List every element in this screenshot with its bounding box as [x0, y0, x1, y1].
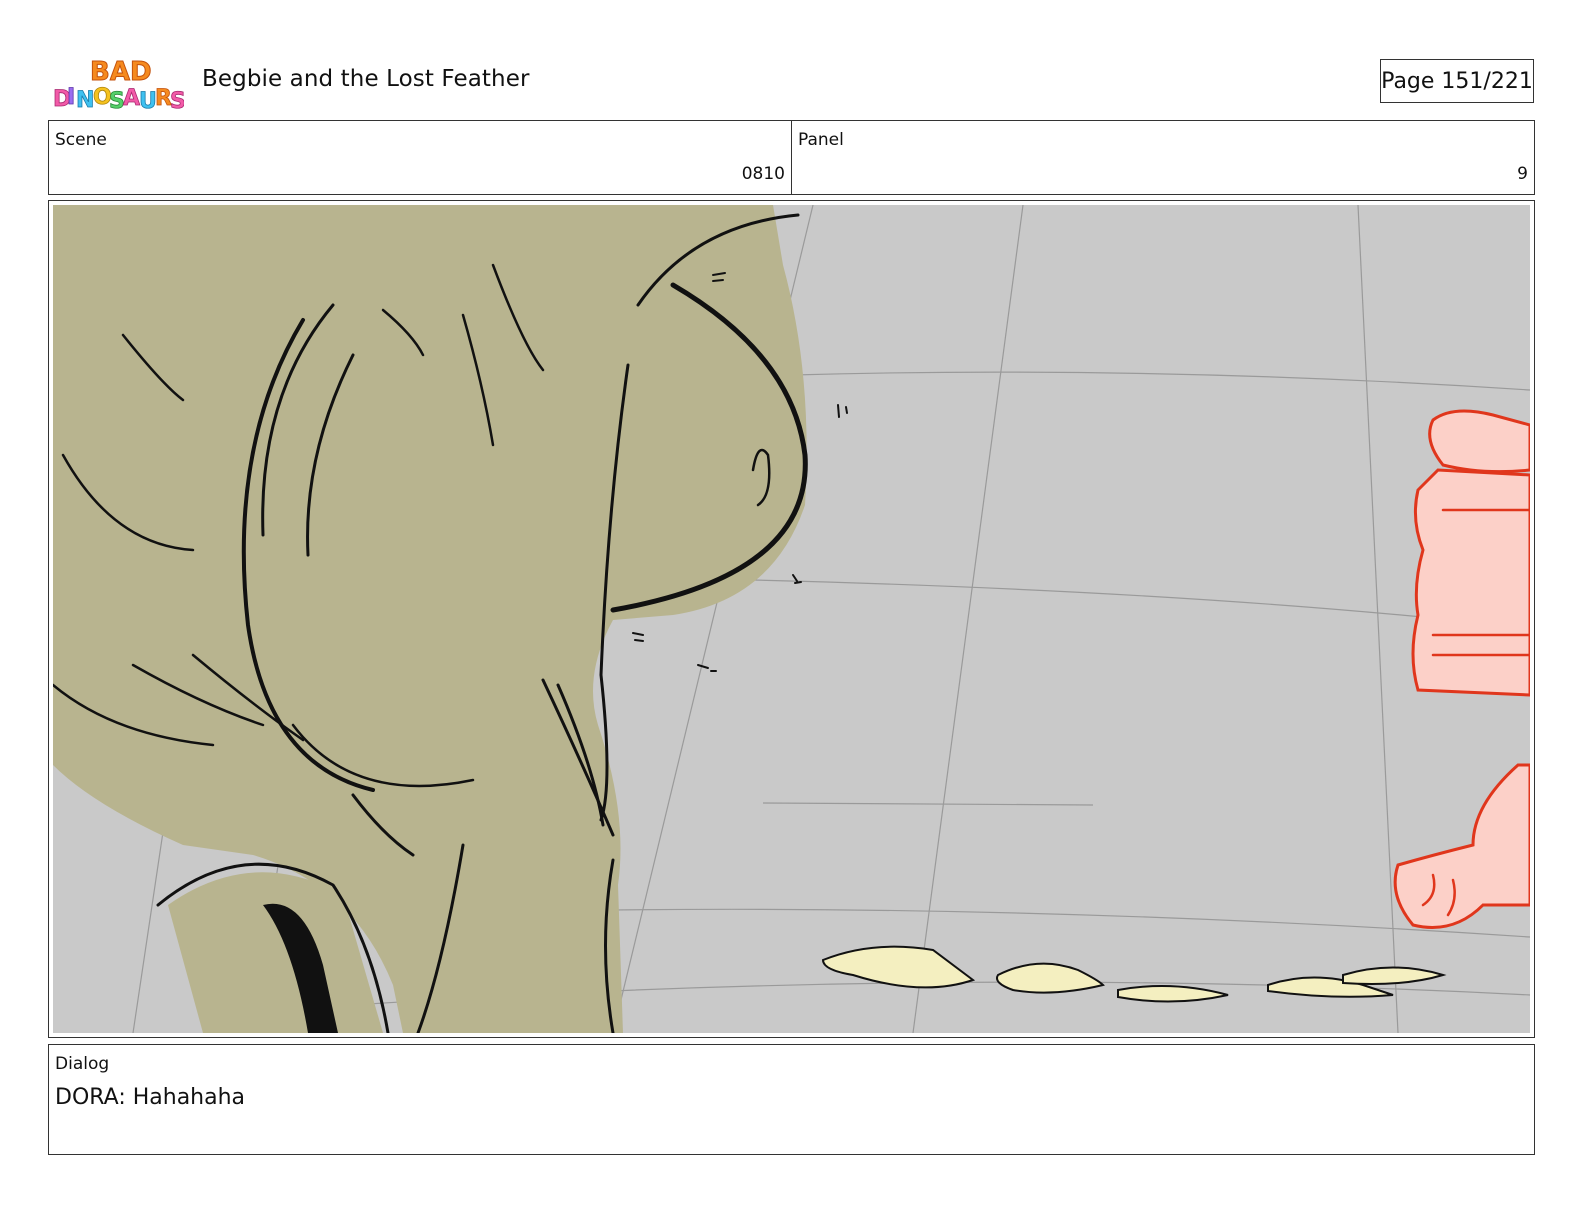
scene-number: 0810: [741, 164, 785, 184]
panel-drawing: [53, 205, 1530, 1033]
svg-text:A: A: [123, 86, 140, 111]
panel-label: Panel: [798, 130, 844, 150]
page-indicator: Page 151/221: [1380, 59, 1534, 103]
svg-text:BAD: BAD: [90, 57, 152, 87]
scene-cell: Scene 0810: [49, 121, 791, 194]
scene-label: Scene: [55, 130, 107, 150]
svg-text:I: I: [67, 85, 75, 110]
panel-cell: Panel 9: [791, 121, 1534, 194]
dialog-label: Dialog: [55, 1054, 110, 1074]
bad-dinosaurs-logo: BAD D I N O S A U R S: [53, 57, 184, 113]
dialog-box: Dialog DORA: Hahahaha: [48, 1044, 1535, 1155]
dialog-text: DORA: Hahahaha: [55, 1085, 246, 1110]
storyboard-title: Begbie and the Lost Feather: [202, 66, 530, 92]
svg-text:N: N: [76, 88, 94, 112]
storyboard-panel: [48, 200, 1535, 1038]
scene-panel-row: Scene 0810 Panel 9: [48, 120, 1535, 195]
svg-text:S: S: [170, 89, 184, 112]
panel-number: 9: [1517, 164, 1528, 184]
